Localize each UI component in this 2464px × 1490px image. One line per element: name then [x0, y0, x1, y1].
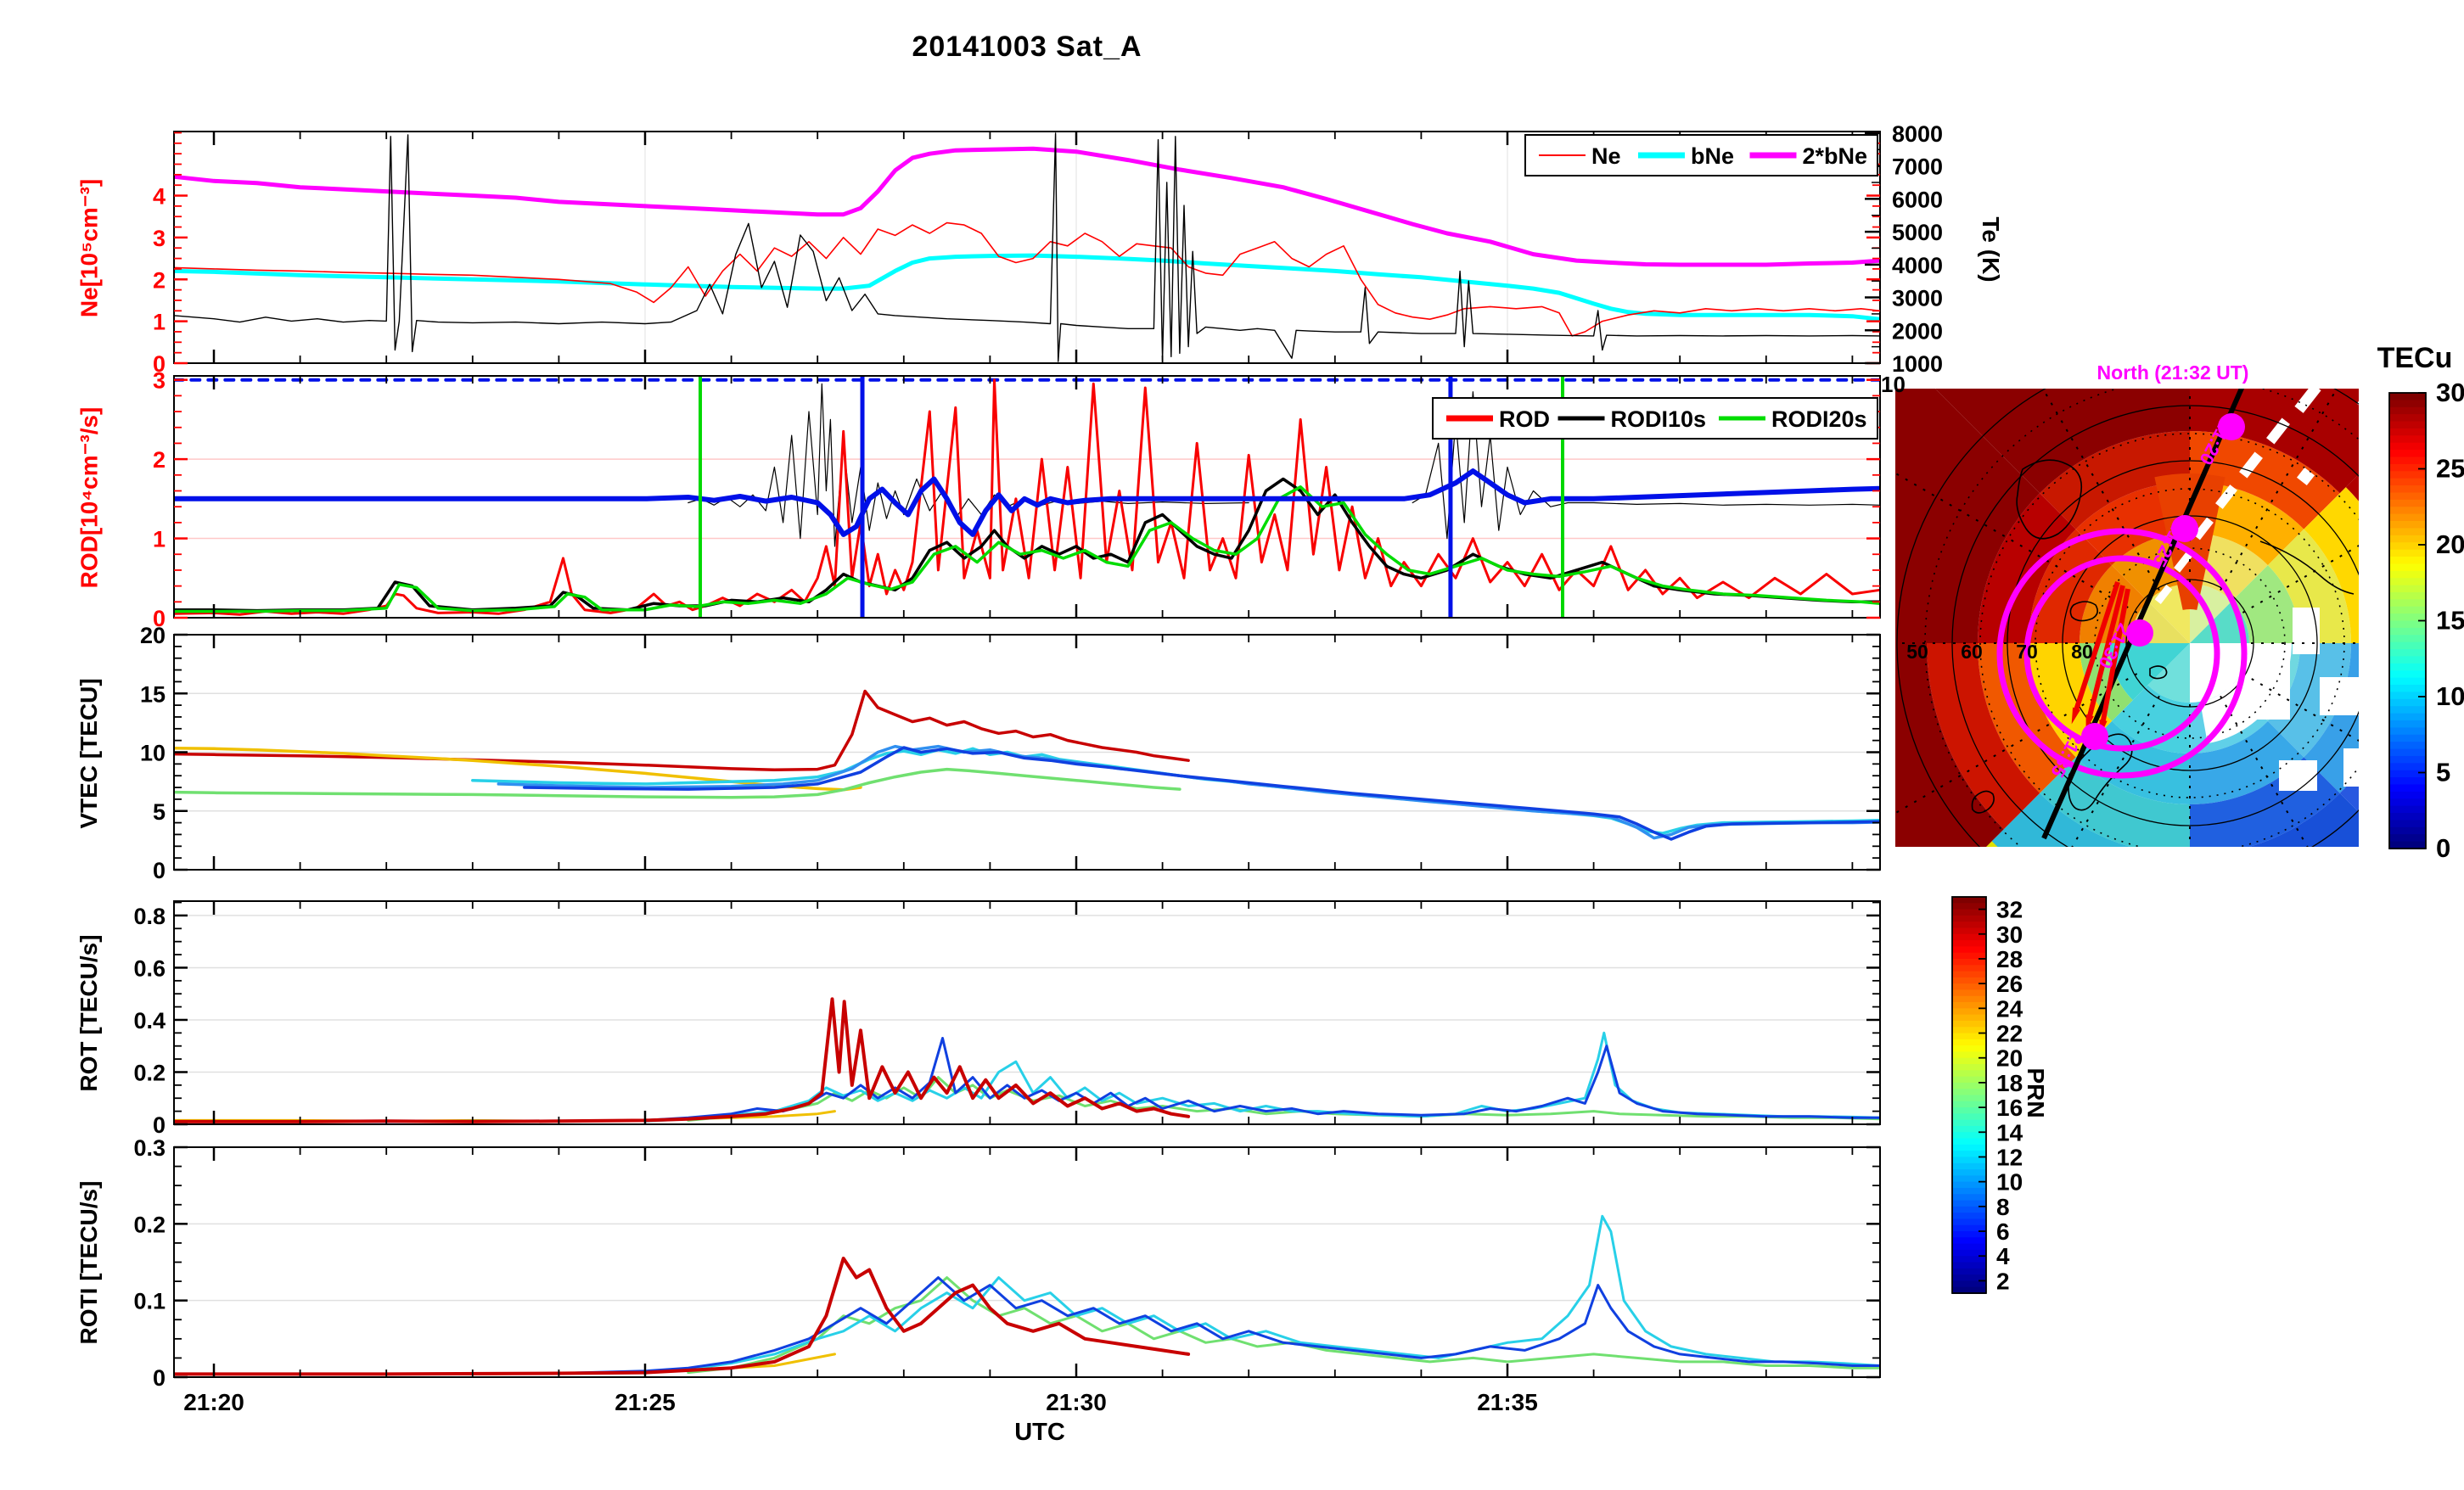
svg-text:30: 30: [2436, 378, 2464, 407]
svg-text:0.6: 0.6: [133, 955, 166, 981]
svg-text:2000: 2000: [1892, 318, 1943, 344]
svg-text:1: 1: [153, 310, 166, 335]
svg-text:ROD: ROD: [1499, 406, 1550, 432]
svg-text:21:20: 21:20: [183, 1389, 244, 1415]
svg-text:0: 0: [153, 1365, 166, 1391]
svg-text:0.3: 0.3: [133, 1135, 166, 1161]
svg-text:60: 60: [1961, 641, 1983, 663]
svg-text:0.2: 0.2: [133, 1212, 166, 1237]
svg-text:10: 10: [1996, 1169, 2023, 1196]
svg-text:25: 25: [2436, 454, 2464, 484]
svg-text:14: 14: [1996, 1119, 2023, 1146]
svg-text:0: 0: [153, 1112, 166, 1138]
svg-text:16: 16: [1996, 1095, 2023, 1121]
svg-text:2: 2: [153, 447, 166, 473]
main-plot-canvas: 0123410002000300040005000600070008000Ne b…: [133, 121, 2464, 1415]
svg-text:0.1: 0.1: [133, 1289, 166, 1314]
panel-vtec: 0 5 10 15 20: [140, 623, 1881, 883]
svg-text:24: 24: [1996, 995, 2023, 1022]
te-axis-exponent-label: 10: [1881, 372, 1906, 397]
svg-text:RODI10s: RODI10s: [1611, 406, 1707, 432]
svg-text:30: 30: [1996, 921, 2023, 948]
svg-text:0: 0: [2436, 833, 2450, 863]
svg-text:20: 20: [2436, 529, 2464, 559]
prn-colorbar: 2468101214161820222426283032: [1951, 896, 2023, 1294]
tecu-colorbar-title: TECu: [2377, 342, 2453, 374]
svg-text:5: 5: [153, 799, 166, 825]
svg-text:15: 15: [2436, 606, 2464, 636]
svg-text:5000: 5000: [1892, 220, 1943, 245]
svg-text:8: 8: [1996, 1194, 2010, 1220]
panel-ne-te: 0123410002000300040005000600070008000Ne b…: [153, 121, 1943, 377]
svg-text:26: 26: [1996, 971, 2023, 997]
svg-text:20: 20: [1996, 1045, 2023, 1072]
svg-text:15: 15: [140, 681, 166, 707]
x-axis-label: UTC: [1014, 1419, 1065, 1446]
svg-text:0.8: 0.8: [133, 904, 166, 929]
tecu-colorbar: 0 5 10 15 20 25 30: [2388, 378, 2464, 863]
panel-rod: 0123ROD RODI10s RODI20s: [153, 368, 1881, 631]
svg-text:80: 80: [2071, 641, 2093, 663]
svg-text:10: 10: [2436, 681, 2464, 711]
svg-text:2*bNe: 2*bNe: [1803, 143, 1868, 169]
svg-text:3: 3: [153, 226, 166, 251]
svg-text:7000: 7000: [1892, 154, 1943, 180]
svg-text:3: 3: [153, 368, 166, 394]
svg-text:RODI20s: RODI20s: [1771, 406, 1867, 432]
map-title: North (21:32 UT): [2096, 361, 2249, 384]
svg-text:4000: 4000: [1892, 253, 1943, 278]
svg-text:10: 10: [140, 741, 166, 766]
svg-text:32: 32: [1996, 897, 2023, 923]
roti-axis-label: ROTI [TECU/s]: [76, 1180, 102, 1345]
svg-text:28: 28: [1996, 946, 2023, 972]
panel-roti: 0 0.1 0.2 0.3 21:20 21:25 21:30 21:35: [133, 1135, 1881, 1415]
svg-text:0.2: 0.2: [133, 1060, 166, 1085]
svg-text:20: 20: [140, 623, 166, 648]
svg-text:5: 5: [2436, 758, 2450, 787]
svg-text:8000: 8000: [1892, 121, 1943, 147]
svg-text:18: 18: [1996, 1070, 2023, 1096]
svg-text:22: 22: [1996, 1021, 2023, 1047]
svg-text:0: 0: [153, 858, 166, 883]
svg-text:2: 2: [153, 267, 166, 293]
svg-text:21:30: 21:30: [1046, 1389, 1107, 1415]
svg-text:21:25: 21:25: [615, 1389, 676, 1415]
svg-text:2: 2: [1996, 1268, 2010, 1294]
svg-text:12: 12: [1996, 1144, 2023, 1170]
svg-text:21:35: 21:35: [1477, 1389, 1538, 1415]
figure-root: { "title": "20141003 Sat_A", "xlabel": "…: [0, 0, 2464, 1490]
te-axis-label: Te (K): [1978, 216, 2004, 283]
svg-text:70: 70: [2016, 641, 2038, 663]
svg-text:Ne: Ne: [1591, 143, 1621, 169]
svg-text:6000: 6000: [1892, 187, 1943, 212]
svg-text:bNe: bNe: [1691, 143, 1734, 169]
svg-text:4: 4: [153, 184, 166, 210]
svg-text:6: 6: [1996, 1218, 2010, 1245]
svg-text:0.4: 0.4: [133, 1008, 166, 1033]
svg-text:50: 50: [1906, 641, 1928, 663]
svg-text:4: 4: [1996, 1243, 2010, 1269]
svg-text:3000: 3000: [1892, 286, 1943, 311]
panel-rot: 0 0.2 0.4 0.6 0.8: [133, 900, 1881, 1138]
figure-title: 20141003 Sat_A: [912, 31, 1142, 63]
svg-text:1: 1: [153, 527, 166, 552]
prn-axis-label: PRN: [2023, 1067, 2049, 1118]
